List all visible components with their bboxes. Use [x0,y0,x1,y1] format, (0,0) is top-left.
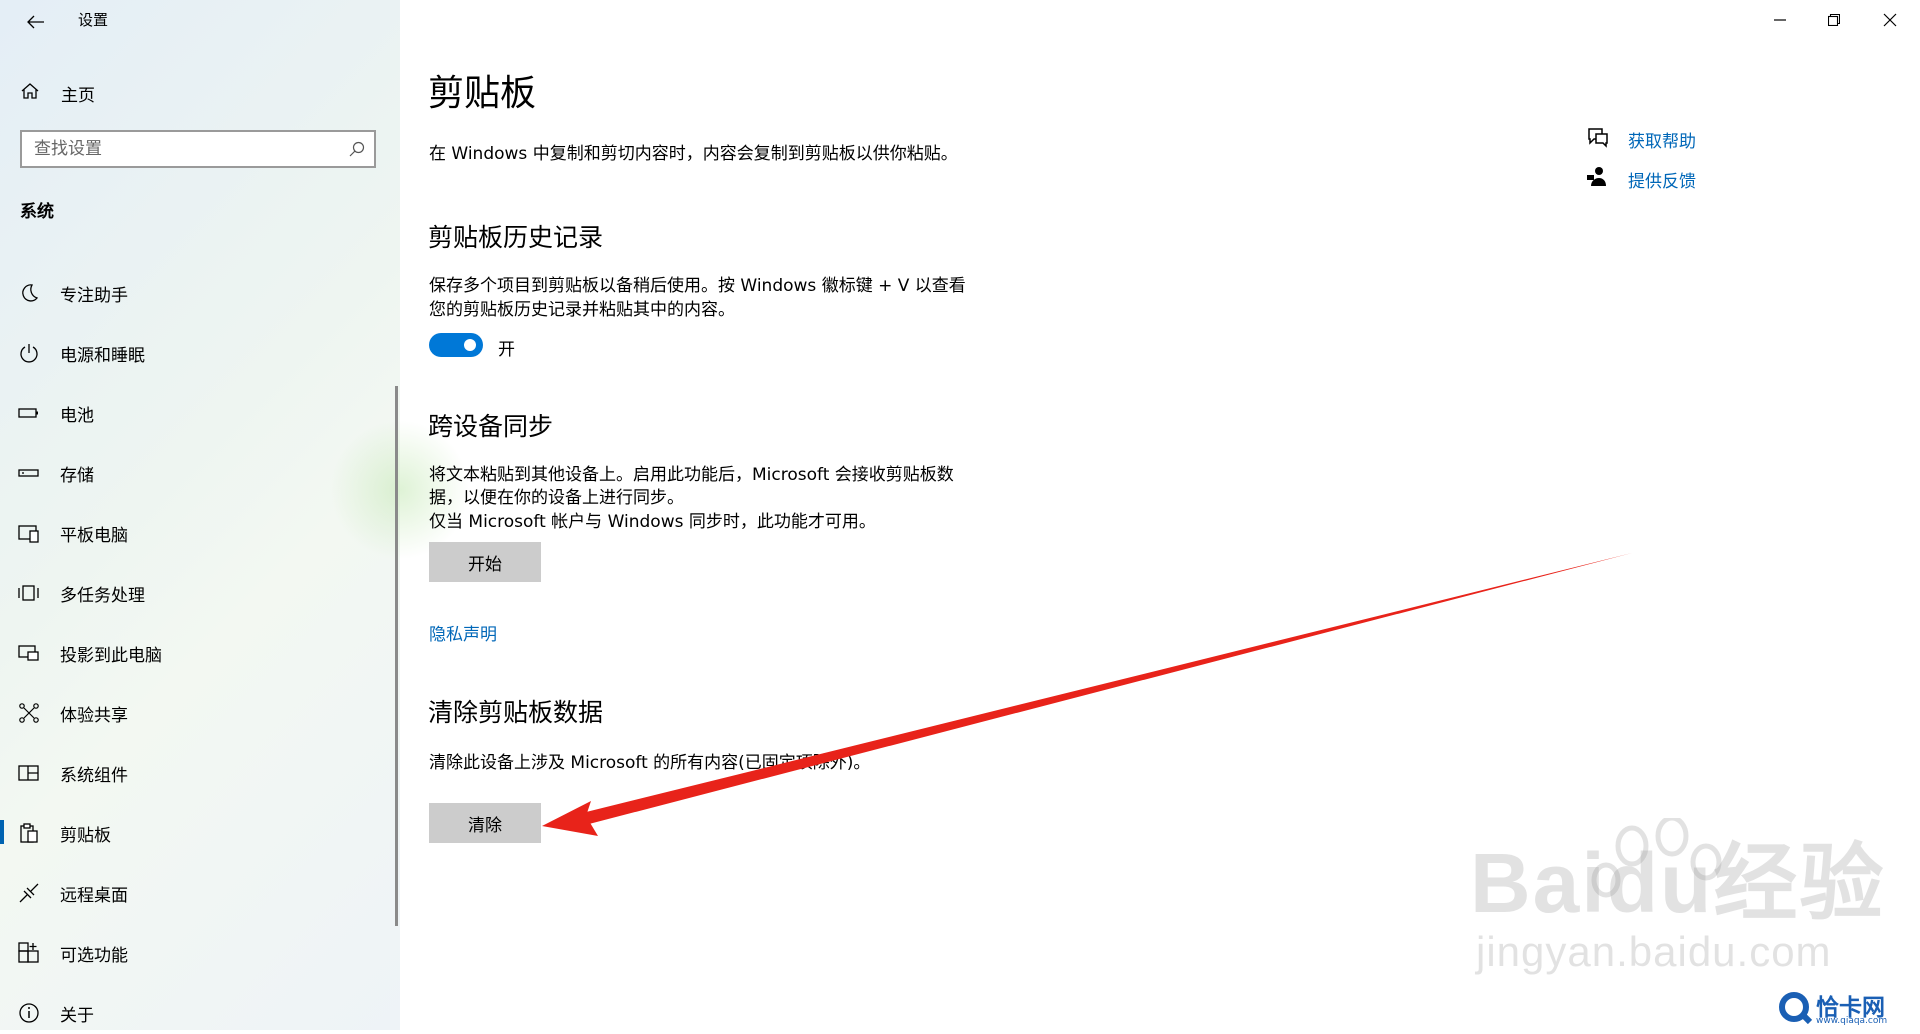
baidu-watermark: Baidu经验 jingyan.baidu.com [1470,818,1886,976]
site-logo-icon [1779,992,1813,1024]
watermark-brand: Baidu经验 [1470,836,1886,930]
site-url: www.qiaqa.com [1816,1016,1888,1026]
arrow-shaft [566,553,1632,830]
